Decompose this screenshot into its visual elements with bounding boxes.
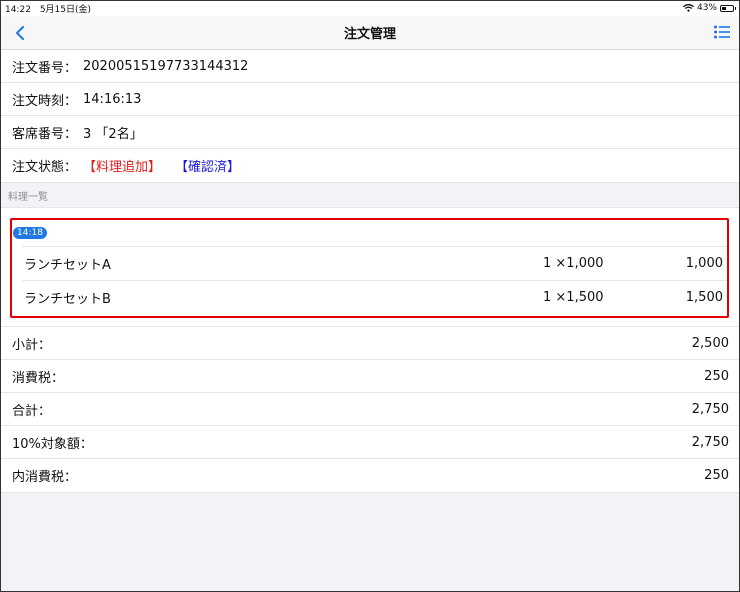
consumption-tax-row: 消費税： 250	[0, 360, 740, 393]
seat-value: 3 「2名」	[83, 126, 143, 142]
status-confirmed-badge: 【確認済】	[175, 160, 241, 175]
item-total: 1,000	[685, 256, 723, 271]
total-value: 2,750	[691, 434, 729, 450]
total-label: 内消費税：	[12, 470, 78, 485]
total-label: 合計：	[12, 403, 52, 419]
seat-label: 客席番号：	[12, 126, 78, 142]
back-button[interactable]	[10, 23, 30, 43]
order-number-value: 20200515197733144312	[83, 58, 249, 74]
items-section: 14:18 ランチセットA 1 ×1,000 1,000 ランチセットB 1 ×…	[0, 208, 740, 327]
list-icon	[714, 25, 730, 39]
wifi-icon	[683, 4, 694, 12]
total-value: 250	[704, 368, 729, 384]
item-quantity: 1 ×1,500	[543, 290, 604, 305]
status-added-badge: 【料理追加】	[83, 160, 162, 175]
order-time-row: 注文時刻： 14:16:13	[0, 83, 740, 116]
navigation-bar: 注文管理	[0, 16, 740, 50]
menu-button[interactable]	[712, 22, 732, 42]
item-name: ランチセットB	[24, 292, 111, 307]
subtotal-row: 小計： 2,500	[0, 327, 740, 360]
order-time-label: 注文時刻：	[12, 93, 78, 109]
status-date: 5月15日(金)	[39, 4, 92, 15]
order-time-value: 14:16:13	[83, 91, 142, 107]
section-header: 料理一覧	[0, 182, 740, 208]
battery-percent: 43%	[696, 3, 717, 13]
total-value: 2,500	[691, 335, 729, 351]
status-bar: 14:22 5月15日(金) 43%	[0, 0, 740, 16]
battery-icon	[720, 4, 736, 12]
status-time: 14:22	[5, 4, 31, 15]
item-name: ランチセットA	[24, 258, 111, 273]
order-number-row: 注文番号： 20200515197733144312	[0, 50, 740, 83]
order-status-label: 注文状態：	[12, 160, 78, 175]
total-label: 消費税：	[12, 370, 65, 386]
order-group: 14:18 ランチセットA 1 ×1,000 1,000 ランチセットB 1 ×…	[10, 218, 729, 318]
total-value: 250	[704, 468, 729, 483]
taxable-amount-row: 10%対象額： 2,750	[0, 426, 740, 459]
order-time-badge: 14:18	[13, 227, 47, 239]
grand-total-row: 合計： 2,750	[0, 393, 740, 426]
item-total: 1,500	[685, 290, 723, 305]
order-status-row: 注文状態： 【料理追加】 【確認済】	[0, 149, 740, 182]
order-info: 注文番号： 20200515197733144312 注文時刻： 14:16:1…	[0, 50, 740, 182]
total-label: 10%対象額：	[12, 436, 93, 452]
total-label: 小計：	[12, 337, 52, 353]
chevron-left-icon	[16, 26, 24, 40]
item-quantity: 1 ×1,000	[543, 256, 604, 271]
seat-row: 客席番号： 3 「2名」	[0, 116, 740, 149]
list-item[interactable]: ランチセットA 1 ×1,000 1,000	[22, 246, 727, 280]
included-tax-row: 内消費税： 250	[0, 459, 740, 492]
page-title: 注文管理	[343, 27, 396, 42]
total-value: 2,750	[691, 401, 729, 417]
list-item[interactable]: ランチセットB 1 ×1,500 1,500	[22, 280, 727, 314]
order-number-label: 注文番号：	[12, 60, 78, 76]
totals-section: 小計： 2,500 消費税： 250 合計： 2,750 10%対象額： 2,7…	[0, 327, 740, 493]
